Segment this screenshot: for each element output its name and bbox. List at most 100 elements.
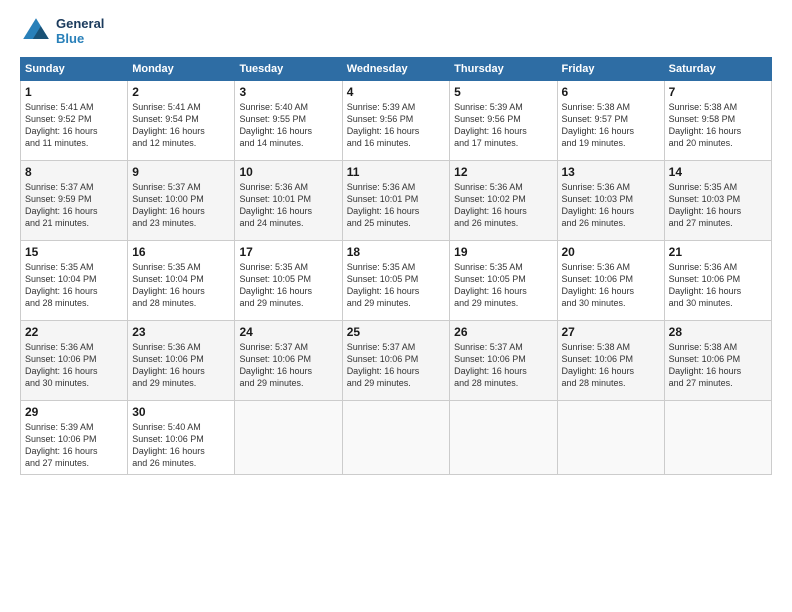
calendar-header-tuesday: Tuesday [235,58,342,81]
logo: General Blue [20,15,104,47]
page: General Blue SundayMondayTuesdayWednesda… [0,0,792,612]
calendar-header-sunday: Sunday [21,58,128,81]
day-number: 4 [347,85,445,99]
day-info: Sunrise: 5:37 AM Sunset: 10:06 PM Daylig… [239,341,337,390]
logo-text: General Blue [56,16,104,46]
calendar-cell: 24Sunrise: 5:37 AM Sunset: 10:06 PM Dayl… [235,321,342,401]
day-info: Sunrise: 5:37 AM Sunset: 10:06 PM Daylig… [454,341,552,390]
calendar-cell: 19 Sunrise: 5:35 AM Sunset: 10:05 PM Dayl… [450,241,557,321]
day-info: Sunrise: 5:38 AM Sunset: 9:57 PM Dayligh… [562,101,660,150]
calendar-cell [557,401,664,475]
day-number: 17 [239,245,337,259]
calendar-cell: 4 Sunrise: 5:39 AM Sunset: 9:56 PM Daylig… [342,81,449,161]
calendar-cell: 21Sunrise: 5:36 AM Sunset: 10:06 PM Dayl… [664,241,771,321]
day-info: Sunrise: 5:36 AM Sunset: 10:01 PM Daylig… [239,181,337,230]
day-number: 27 [562,325,660,339]
calendar-week-row: 22 Sunrise: 5:36 AM Sunset: 10:06 PM Dayl… [21,321,772,401]
calendar-header-monday: Monday [128,58,235,81]
calendar-cell: 2 Sunrise: 5:41 AM Sunset: 9:54 PM Daylig… [128,81,235,161]
day-number: 28 [669,325,767,339]
calendar-cell: 12Sunrise: 5:36 AM Sunset: 10:02 PM Dayl… [450,161,557,241]
day-info: Sunrise: 5:38 AM Sunset: 10:06 PM Daylig… [669,341,767,390]
calendar-cell: 27 Sunrise: 5:38 AM Sunset: 10:06 PM Dayl… [557,321,664,401]
calendar-cell [342,401,449,475]
calendar-cell: 8Sunrise: 5:37 AM Sunset: 9:59 PM Daylig… [21,161,128,241]
day-number: 29 [25,405,123,419]
day-info: Sunrise: 5:36 AM Sunset: 10:02 PM Daylig… [454,181,552,230]
calendar-cell: 9 Sunrise: 5:37 AM Sunset: 10:00 PM Dayli… [128,161,235,241]
day-info: Sunrise: 5:36 AM Sunset: 10:06 PM Daylig… [25,341,123,390]
calendar-header-row: SundayMondayTuesdayWednesdayThursdayFrid… [21,58,772,81]
calendar-cell [664,401,771,475]
day-number: 10 [239,165,337,179]
day-number: 1 [25,85,123,99]
day-info: Sunrise: 5:35 AM Sunset: 10:05 PM Daylig… [454,261,552,310]
header: General Blue [20,15,772,47]
day-info: Sunrise: 5:37 AM Sunset: 10:06 PM Daylig… [347,341,445,390]
calendar-cell: 14Sunrise: 5:35 AM Sunset: 10:03 PM Dayl… [664,161,771,241]
day-number: 9 [132,165,230,179]
day-number: 11 [347,165,445,179]
day-number: 30 [132,405,230,419]
calendar-header-friday: Friday [557,58,664,81]
calendar-cell: 30 Sunrise: 5:40 AM Sunset: 10:06 PM Dayl… [128,401,235,475]
calendar-cell: 26 Sunrise: 5:37 AM Sunset: 10:06 PM Dayl… [450,321,557,401]
calendar-header-saturday: Saturday [664,58,771,81]
calendar-cell: 7 Sunrise: 5:38 AM Sunset: 9:58 PM Daylig… [664,81,771,161]
calendar-week-row: 15Sunrise: 5:35 AM Sunset: 10:04 PM Dayl… [21,241,772,321]
calendar-cell: 25Sunrise: 5:37 AM Sunset: 10:06 PM Dayl… [342,321,449,401]
day-info: Sunrise: 5:38 AM Sunset: 10:06 PM Daylig… [562,341,660,390]
day-info: Sunrise: 5:39 AM Sunset: 9:56 PM Dayligh… [347,101,445,150]
day-number: 26 [454,325,552,339]
day-number: 22 [25,325,123,339]
day-number: 2 [132,85,230,99]
day-number: 20 [562,245,660,259]
calendar-cell: 18 Sunrise: 5:35 AM Sunset: 10:05 PM Dayl… [342,241,449,321]
day-number: 14 [669,165,767,179]
calendar-cell: 6 Sunrise: 5:38 AM Sunset: 9:57 PM Daylig… [557,81,664,161]
day-info: Sunrise: 5:39 AM Sunset: 10:06 PM Daylig… [25,421,123,470]
day-info: Sunrise: 5:41 AM Sunset: 9:52 PM Dayligh… [25,101,123,150]
calendar-cell: 23 Sunrise: 5:36 AM Sunset: 10:06 PM Dayl… [128,321,235,401]
day-info: Sunrise: 5:37 AM Sunset: 10:00 PM Daylig… [132,181,230,230]
day-info: Sunrise: 5:39 AM Sunset: 9:56 PM Dayligh… [454,101,552,150]
calendar-header-wednesday: Wednesday [342,58,449,81]
calendar-cell: 22 Sunrise: 5:36 AM Sunset: 10:06 PM Dayl… [21,321,128,401]
day-info: Sunrise: 5:36 AM Sunset: 10:06 PM Daylig… [132,341,230,390]
day-number: 16 [132,245,230,259]
calendar-cell: 20Sunrise: 5:36 AM Sunset: 10:06 PM Dayl… [557,241,664,321]
day-info: Sunrise: 5:35 AM Sunset: 10:04 PM Daylig… [132,261,230,310]
day-number: 23 [132,325,230,339]
day-info: Sunrise: 5:40 AM Sunset: 9:55 PM Dayligh… [239,101,337,150]
calendar-cell: 17 Sunrise: 5:35 AM Sunset: 10:05 PM Dayl… [235,241,342,321]
day-info: Sunrise: 5:40 AM Sunset: 10:06 PM Daylig… [132,421,230,470]
day-number: 6 [562,85,660,99]
day-info: Sunrise: 5:35 AM Sunset: 10:05 PM Daylig… [347,261,445,310]
day-number: 5 [454,85,552,99]
day-number: 7 [669,85,767,99]
calendar-cell: 10 Sunrise: 5:36 AM Sunset: 10:01 PM Dayl… [235,161,342,241]
calendar-week-row: 8Sunrise: 5:37 AM Sunset: 9:59 PM Daylig… [21,161,772,241]
day-info: Sunrise: 5:38 AM Sunset: 9:58 PM Dayligh… [669,101,767,150]
calendar-cell: 29 Sunrise: 5:39 AM Sunset: 10:06 PM Dayl… [21,401,128,475]
day-number: 21 [669,245,767,259]
day-info: Sunrise: 5:35 AM Sunset: 10:05 PM Daylig… [239,261,337,310]
calendar-cell: 11 Sunrise: 5:36 AM Sunset: 10:01 PM Dayl… [342,161,449,241]
calendar-cell: 1 Sunrise: 5:41 AM Sunset: 9:52 PM Daylig… [21,81,128,161]
day-info: Sunrise: 5:41 AM Sunset: 9:54 PM Dayligh… [132,101,230,150]
calendar-cell: 15Sunrise: 5:35 AM Sunset: 10:04 PM Dayl… [21,241,128,321]
calendar-week-row: 1 Sunrise: 5:41 AM Sunset: 9:52 PM Daylig… [21,81,772,161]
calendar-cell: 16 Sunrise: 5:35 AM Sunset: 10:04 PM Dayl… [128,241,235,321]
calendar-cell [235,401,342,475]
logo-icon [20,15,52,47]
calendar-cell: 13 Sunrise: 5:36 AM Sunset: 10:03 PM Dayl… [557,161,664,241]
day-number: 13 [562,165,660,179]
day-number: 18 [347,245,445,259]
day-info: Sunrise: 5:36 AM Sunset: 10:03 PM Daylig… [562,181,660,230]
day-number: 3 [239,85,337,99]
calendar-header-thursday: Thursday [450,58,557,81]
day-info: Sunrise: 5:35 AM Sunset: 10:04 PM Daylig… [25,261,123,310]
day-info: Sunrise: 5:36 AM Sunset: 10:01 PM Daylig… [347,181,445,230]
day-number: 19 [454,245,552,259]
day-number: 8 [25,165,123,179]
